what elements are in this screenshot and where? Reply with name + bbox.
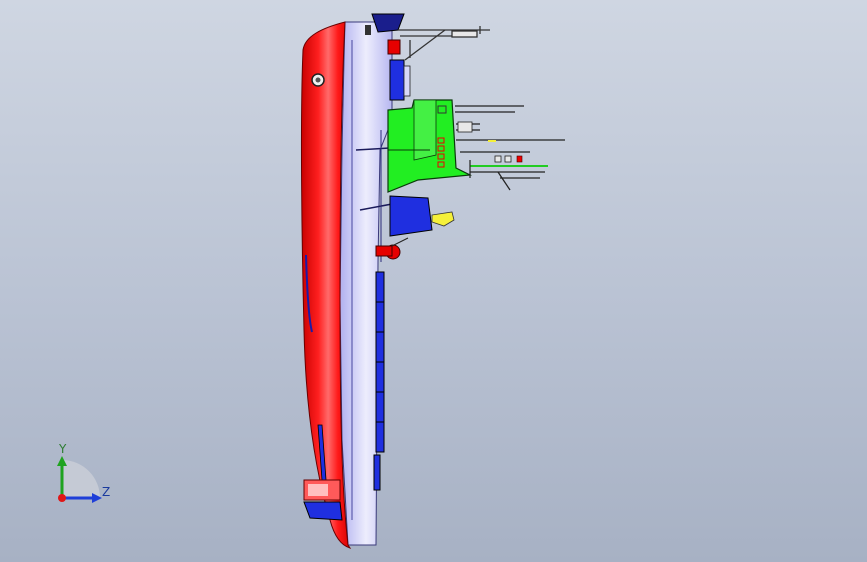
upper-rigging	[398, 26, 490, 61]
bridge-masts	[455, 105, 565, 191]
bow-top-structure	[371, 13, 405, 33]
cargo-blue-panels	[373, 271, 385, 491]
bow-fitting	[365, 25, 371, 35]
superstructure-shadow	[413, 99, 437, 161]
triad-y-label: Y	[59, 442, 67, 456]
triad-origin	[58, 494, 66, 502]
rudder-blue	[303, 501, 343, 521]
bow-red-fitting	[387, 39, 401, 55]
triad-plane-quadrant	[62, 460, 100, 498]
cad-graphics-viewport[interactable]: Y Z	[0, 0, 867, 562]
ship-model-3d-view[interactable]	[0, 0, 867, 562]
triad-z-label: Z	[102, 485, 111, 499]
forward-blue-block	[389, 59, 405, 101]
funnel-yellow	[431, 211, 455, 227]
funnel-blue	[389, 195, 433, 237]
mast-fittings	[457, 121, 512, 163]
coordinate-triad	[57, 456, 102, 503]
